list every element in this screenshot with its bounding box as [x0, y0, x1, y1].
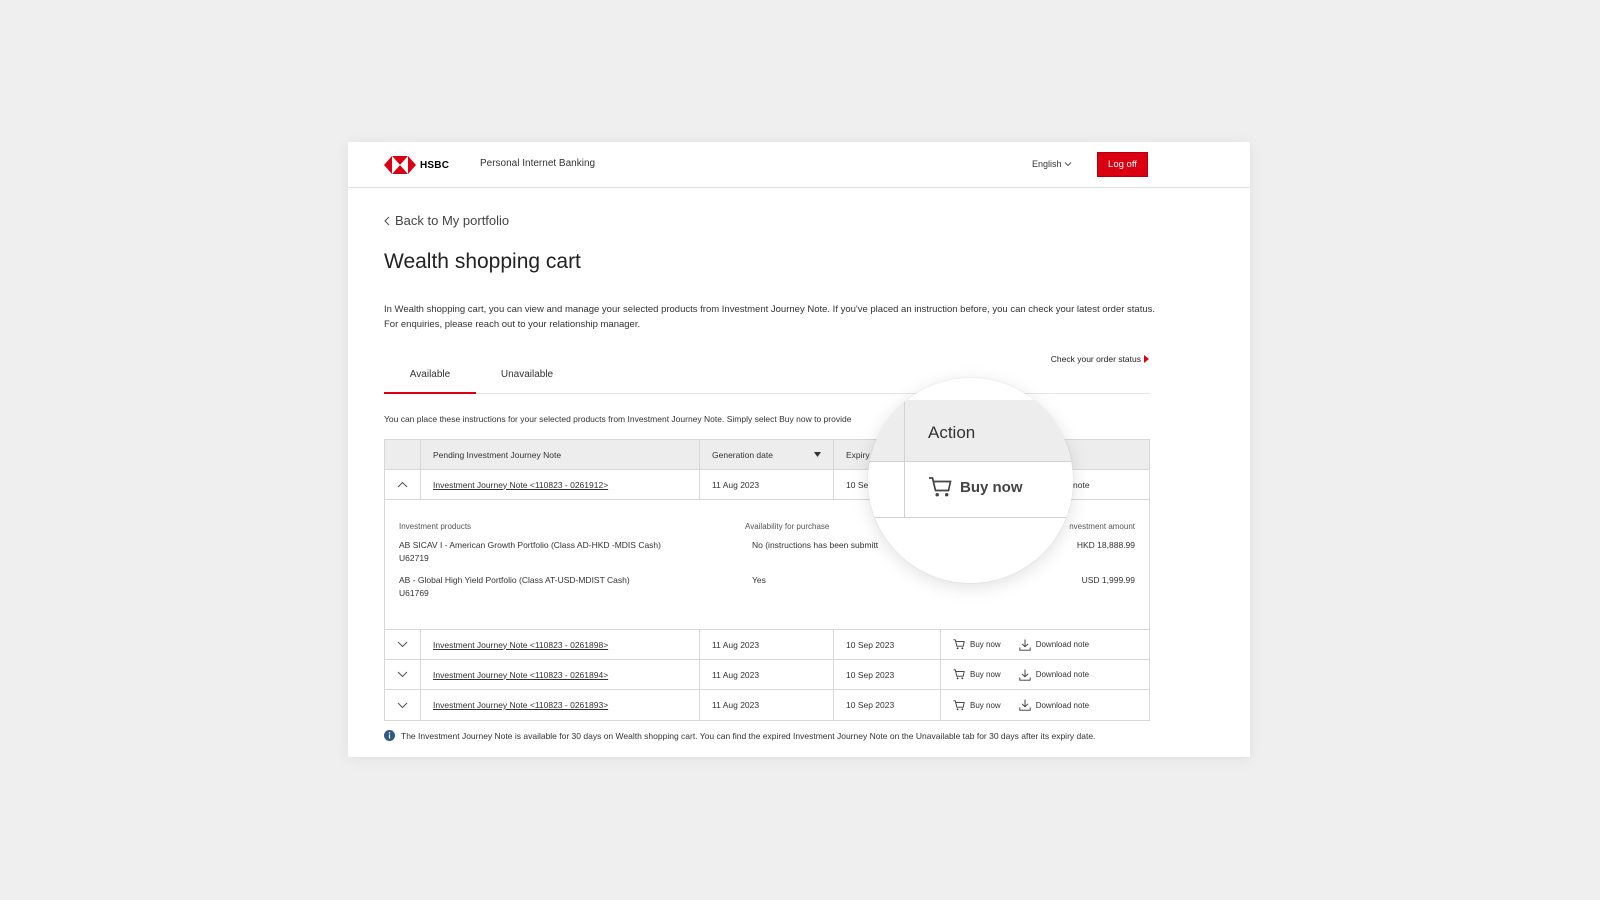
table-row: Investment Journey Note <110823 - 026189…	[385, 660, 1149, 690]
expiry-date: 10 Sep 2023	[833, 660, 940, 689]
generation-date: 11 Aug 2023	[699, 470, 833, 499]
expiry-date: 10 Sep 2023	[833, 690, 940, 720]
instruction-text: You can place these instructions for you…	[384, 414, 852, 424]
buy-now-button[interactable]: Buy now	[953, 639, 1001, 650]
action-cell: Buy now Download note	[940, 630, 1149, 659]
magnified-buy-now-button[interactable]: Buy now	[928, 476, 1023, 498]
expand-toggle[interactable]	[385, 630, 420, 659]
expand-column-header	[385, 440, 420, 469]
product-code: U61769	[399, 588, 429, 598]
page-title: Wealth shopping cart	[384, 250, 581, 273]
product-name: AB - Global High Yield Portfolio (Class …	[399, 575, 630, 585]
cart-icon	[953, 669, 965, 680]
caret-right-icon	[1144, 355, 1149, 363]
back-link[interactable]: Back to My portfolio	[384, 213, 509, 228]
tab-unavailable[interactable]: Unavailable	[481, 369, 573, 394]
action-cell: Buy now Download note	[940, 660, 1149, 689]
download-note-fragment[interactable]: note	[1073, 480, 1090, 490]
download-note-button[interactable]: Download note	[1019, 699, 1089, 711]
table-row: Investment Journey Note <110823 - 026189…	[385, 690, 1149, 720]
journey-note-link[interactable]: Investment Journey Note <110823 - 026189…	[433, 700, 608, 710]
column-header-generation-date[interactable]: Generation date	[699, 440, 833, 469]
check-order-status-link[interactable]: Check your order status	[1051, 354, 1149, 364]
generation-date: 11 Aug 2023	[699, 660, 833, 689]
cart-icon	[929, 477, 952, 497]
footnote-text: The Investment Journey Note is available…	[401, 730, 1096, 741]
cart-icon	[953, 699, 965, 710]
magnifier-callout: Action Buy now	[868, 378, 1073, 583]
magnified-buy-now-label: Buy now	[960, 478, 1023, 496]
chevron-down-icon	[397, 671, 408, 678]
download-icon	[1019, 639, 1031, 651]
note-cell: Investment Journey Note <110823 - 026189…	[420, 690, 699, 720]
sort-down-icon	[814, 452, 821, 457]
note-cell: Investment Journey Note <110823 - 026189…	[420, 630, 699, 659]
table-row: Investment Journey Note <110823 - 026189…	[385, 630, 1149, 660]
tab-bar: Available Unavailable	[384, 365, 1150, 394]
product-amount: HKD 18,888.99	[1076, 540, 1135, 550]
info-icon	[384, 730, 395, 741]
expiry-date: 10 Sep 2023	[833, 630, 940, 659]
column-header-generation-label: Generation date	[712, 449, 773, 460]
download-note-button[interactable]: Download note	[1019, 669, 1089, 681]
column-header-note: Pending Investment Journey Note	[420, 440, 699, 469]
note-cell: Investment Journey Note <110823 - 026189…	[420, 660, 699, 689]
generation-date: 11 Aug 2023	[699, 630, 833, 659]
chevron-left-icon	[384, 216, 390, 225]
product-row: AB - Global High Yield Portfolio (Class …	[399, 575, 1135, 598]
cart-icon	[953, 639, 965, 650]
magnified-divider	[904, 400, 905, 518]
download-icon	[1019, 699, 1031, 711]
note-cell: Investment Journey Note <110823 - 026191…	[420, 470, 699, 499]
top-header: HSBC Personal Internet Banking English L…	[348, 142, 1250, 188]
logoff-button[interactable]: Log off	[1097, 152, 1148, 177]
check-order-status-label: Check your order status	[1050, 354, 1141, 364]
download-note-button[interactable]: Download note	[1019, 639, 1089, 651]
hsbc-hexagon-icon	[384, 156, 416, 174]
chevron-down-icon	[397, 702, 408, 708]
download-note-label: Download note	[1035, 670, 1090, 679]
product-amount: USD 1,999.99	[1081, 575, 1135, 585]
browser-page: HSBC Personal Internet Banking English L…	[348, 142, 1250, 757]
journey-note-link[interactable]: Investment Journey Note <110823 - 026189…	[433, 670, 608, 680]
buy-now-label: Buy now	[970, 670, 1001, 679]
download-note-label: Download note	[1035, 640, 1090, 649]
chevron-down-icon	[1064, 162, 1071, 167]
chevron-up-icon	[397, 481, 408, 488]
buy-now-label: Buy now	[970, 700, 1001, 710]
availability-header: Availability for purchase	[745, 522, 830, 531]
expand-toggle[interactable]	[385, 690, 420, 720]
hsbc-logo[interactable]: HSBC	[384, 156, 449, 174]
buy-now-button[interactable]: Buy now	[953, 699, 1001, 711]
magnified-action-header: Action	[928, 423, 976, 442]
product-availability: No (instructions has been submitt	[752, 540, 879, 550]
download-note-label: Download note	[1035, 700, 1090, 710]
brand-name: HSBC	[420, 159, 450, 171]
language-label: English	[1032, 159, 1062, 169]
journey-note-link[interactable]: Investment Journey Note <110823 - 026191…	[433, 480, 608, 490]
action-cell: Buy now Download note	[940, 690, 1149, 720]
product-availability: Yes	[752, 575, 766, 585]
magnified-row-border	[868, 517, 1073, 518]
language-selector[interactable]: English	[1032, 159, 1072, 169]
buy-now-button[interactable]: Buy now	[953, 669, 1001, 680]
buy-now-label: Buy now	[970, 640, 1001, 649]
back-link-label: Back to My portfolio	[395, 213, 510, 228]
products-header: Investment products	[399, 522, 472, 531]
amount-header: nvestment amount	[1069, 522, 1135, 531]
tab-available[interactable]: Available	[384, 369, 476, 394]
generation-date: 11 Aug 2023	[699, 690, 833, 720]
download-icon	[1019, 669, 1031, 681]
journey-note-link[interactable]: Investment Journey Note <110823 - 026189…	[433, 640, 608, 650]
collapse-toggle[interactable]	[385, 470, 420, 499]
expand-toggle[interactable]	[385, 660, 420, 689]
footnote: The Investment Journey Note is available…	[384, 730, 1095, 741]
intro-text: In Wealth shopping cart, you can view an…	[384, 304, 1156, 330]
chevron-down-icon	[397, 641, 408, 648]
app-name: Personal Internet Banking	[480, 158, 596, 169]
